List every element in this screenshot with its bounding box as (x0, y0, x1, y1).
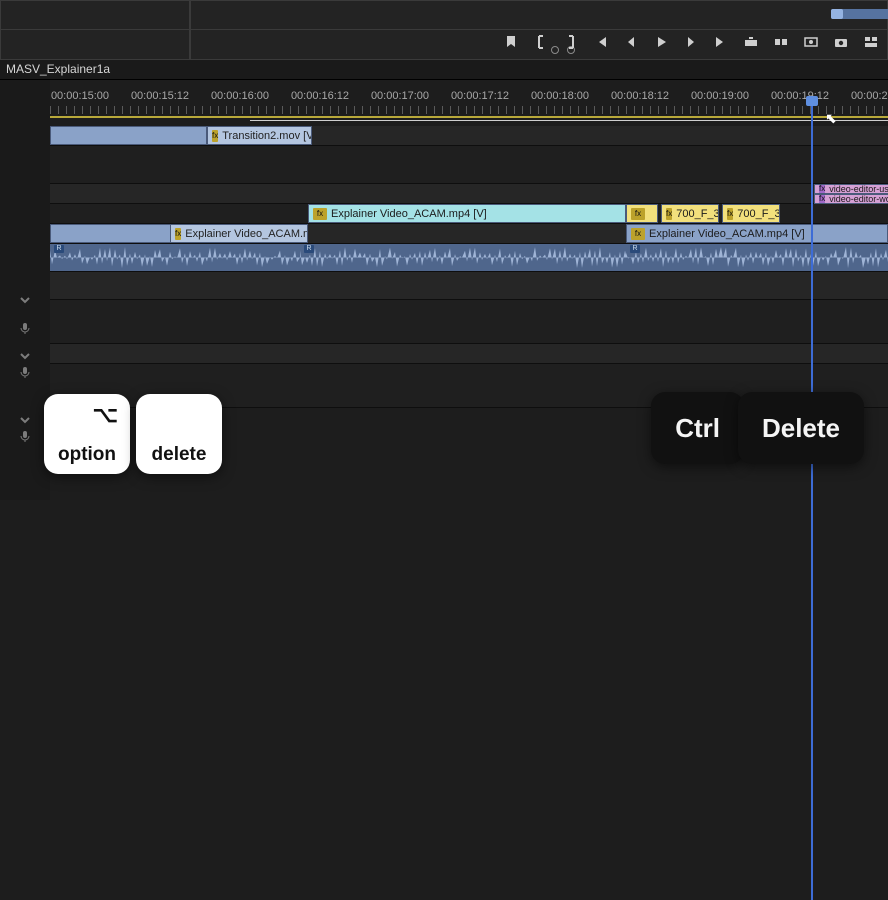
timecode-label: 00:00:15:12 (131, 90, 189, 102)
track-a4[interactable] (50, 344, 888, 364)
key-label: Ctrl (675, 413, 720, 444)
clip[interactable]: fxTransition2.mov [V] (207, 126, 312, 145)
mic-icon[interactable] (19, 322, 31, 334)
a1-track-controls (0, 286, 50, 314)
timecode-label: 00:00:19:12 (771, 90, 829, 102)
clip[interactable]: fxvideo-editor-working-o (814, 194, 888, 204)
transport-controls (503, 34, 879, 55)
win-delete-key: Delete (738, 392, 864, 464)
source-monitor (0, 0, 190, 60)
program-scroll-handle[interactable] (831, 9, 843, 19)
timecode-label: 00:00:18:00 (531, 90, 589, 102)
step-fwd-icon[interactable] (683, 34, 699, 55)
timecode-label: 00:00:16:00 (211, 90, 269, 102)
audio-clip[interactable]: R (50, 244, 300, 271)
time-ruler[interactable]: 00:00:15:00 00:00:15:12 00:00:16:00 00:00:1… (50, 90, 888, 120)
clip[interactable] (50, 126, 207, 145)
marker-icon[interactable] (503, 34, 519, 55)
clip[interactable]: fx700_F_35 (722, 204, 780, 223)
audio-clip[interactable]: R (626, 244, 888, 271)
playhead-handle[interactable] (806, 96, 818, 106)
key-label: Delete (762, 413, 840, 444)
out-bracket-icon[interactable] (563, 34, 579, 55)
clip[interactable]: fxExplainer Video_ACAM.mp4 (170, 224, 308, 243)
win-ctrl-key: Ctrl (651, 392, 744, 464)
clip[interactable]: fxExplainer Video_ACAM.mp4 [V] (308, 204, 626, 223)
program-monitor (190, 0, 888, 60)
mic-icon[interactable] (19, 366, 31, 378)
tracks-container: fxTransition2.mov [V] fxvideo-editor-usin… (50, 126, 888, 408)
audio-clip[interactable]: R (300, 244, 626, 271)
settings-icon[interactable] (863, 34, 879, 55)
lift-icon[interactable] (743, 34, 759, 55)
sequence-name: MASV_Explainer1a (6, 62, 110, 76)
timecode-label: 00:00:19:00 (691, 90, 749, 102)
track-a1[interactable]: RRR (50, 244, 888, 272)
track-v1[interactable]: fxExplainer Video_ACAM.mp4 [V]fxfx700_F_… (50, 204, 888, 224)
work-area-bar[interactable] (50, 116, 888, 118)
timecode-label: 00:00:15:00 (51, 90, 109, 102)
key-label: delete (152, 444, 207, 466)
clip[interactable]: fx (626, 204, 658, 223)
timecode-label: 00:00:20:00 (851, 90, 888, 102)
track-v2[interactable]: fxvideo-editor-using profxvideo-editor-w… (50, 184, 888, 204)
timecode-label: 00:00:17:12 (451, 90, 509, 102)
clip[interactable]: fx700_F_35 (661, 204, 719, 223)
playhead[interactable] (811, 104, 813, 900)
key-label: option (58, 444, 116, 466)
a5-track-controls (0, 406, 50, 450)
in-bracket-icon[interactable] (533, 34, 549, 55)
go-end-icon[interactable] (713, 34, 729, 55)
expand-icon[interactable] (19, 350, 31, 362)
a3-track-controls (0, 342, 50, 386)
track-v4[interactable]: fxTransition2.mov [V] (50, 126, 888, 146)
sequence-tab[interactable]: MASV_Explainer1a (0, 60, 888, 80)
expand-icon[interactable] (19, 414, 31, 426)
option-symbol-icon: ⌥ (93, 402, 118, 428)
monitor-panels (0, 0, 888, 60)
ruler-ticks (50, 106, 888, 114)
step-back-icon[interactable] (623, 34, 639, 55)
mac-delete-key: delete (136, 394, 222, 474)
mic-icon[interactable] (19, 430, 31, 442)
a2-track-controls (0, 314, 50, 342)
play-icon[interactable] (653, 34, 669, 55)
track-a2[interactable] (50, 272, 888, 300)
clip[interactable]: fxExplainer Video_ACAM.mp4 [V] (626, 224, 888, 243)
track-a3[interactable] (50, 300, 888, 344)
clip[interactable]: fxvideo-editor-using pro (814, 184, 888, 194)
expand-icon[interactable] (19, 294, 31, 306)
timecode-label: 00:00:16:12 (291, 90, 349, 102)
go-start-icon[interactable] (593, 34, 609, 55)
extract-icon[interactable] (773, 34, 789, 55)
track-v0[interactable]: fxExplainer Video_ACAM.mp4 fxExplainer Vi… (50, 224, 888, 244)
mac-option-key: ⌥ option (44, 394, 130, 474)
timecode-label: 00:00:17:00 (371, 90, 429, 102)
track-v3[interactable] (50, 146, 888, 184)
camera-icon[interactable] (833, 34, 849, 55)
mouse-cursor-icon: ⬉ (825, 110, 837, 127)
export-frame-icon[interactable] (803, 34, 819, 55)
ruler-baseline (250, 120, 888, 121)
timecode-label: 00:00:18:12 (611, 90, 669, 102)
